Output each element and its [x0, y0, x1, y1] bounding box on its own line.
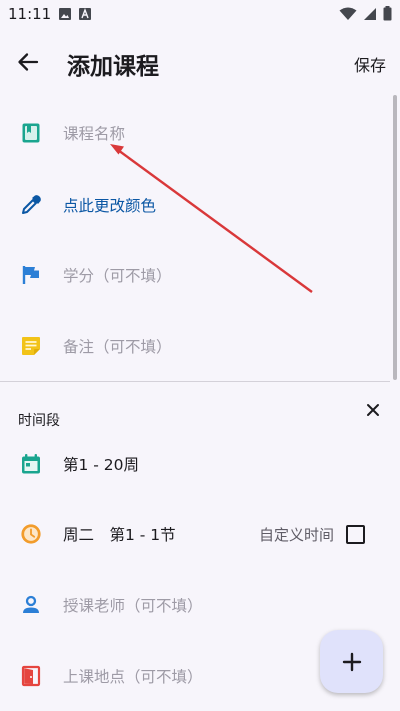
save-button[interactable]: 保存	[354, 52, 386, 76]
teacher-field[interactable]: 授课老师（可不填）	[0, 580, 390, 630]
add-time-slot-fab[interactable]	[320, 630, 383, 693]
course-name-input[interactable]: 课程名称	[63, 122, 125, 144]
plus-icon	[342, 652, 361, 671]
section-divider	[0, 381, 390, 382]
weeks-row[interactable]: 第1 - 20周	[0, 439, 390, 489]
remove-time-slot-button[interactable]	[364, 401, 382, 419]
status-notification-icons	[58, 7, 92, 21]
credit-input[interactable]: 学分（可不填）	[63, 264, 172, 286]
battery-icon	[383, 6, 392, 21]
person-icon	[20, 594, 42, 616]
flag-icon	[20, 264, 42, 286]
signal-icon	[364, 7, 376, 20]
back-button[interactable]	[16, 50, 46, 76]
scrollbar[interactable]	[393, 95, 397, 380]
note-input[interactable]: 备注（可不填）	[63, 335, 172, 357]
eyedropper-icon	[20, 194, 42, 216]
day-period-row[interactable]: 周二 第1 - 1节 自定义时间	[0, 509, 390, 559]
weeks-value[interactable]: 第1 - 20周	[63, 453, 139, 475]
course-name-field[interactable]: 课程名称	[0, 108, 390, 158]
status-time: 11:11	[8, 5, 52, 23]
text-notification-icon	[79, 8, 91, 20]
status-system-icons	[339, 6, 392, 21]
door-icon	[20, 665, 42, 687]
teacher-input[interactable]: 授课老师（可不填）	[63, 594, 203, 616]
app-bar: 添加课程 保存	[0, 30, 400, 94]
book-icon	[20, 122, 42, 144]
image-notification-icon	[59, 8, 71, 20]
clock-icon	[20, 523, 42, 545]
color-picker-row[interactable]: 点此更改颜色	[0, 180, 390, 230]
custom-time-label: 自定义时间	[259, 525, 335, 544]
day-period-value[interactable]: 周二 第1 - 1节	[63, 523, 176, 545]
close-icon	[367, 404, 379, 416]
page-title: 添加课程	[67, 54, 159, 80]
wifi-icon	[339, 7, 357, 20]
arrow-back-icon	[18, 53, 39, 71]
note-icon	[20, 335, 42, 357]
note-field[interactable]: 备注（可不填）	[0, 321, 390, 371]
credit-field[interactable]: 学分（可不填）	[0, 250, 390, 300]
status-bar: 11:11	[0, 0, 400, 30]
color-picker-label[interactable]: 点此更改颜色	[63, 194, 156, 216]
custom-time-checkbox[interactable]	[346, 524, 365, 544]
time-section-title: 时间段	[18, 413, 60, 429]
calendar-icon	[20, 453, 42, 475]
location-input[interactable]: 上课地点（可不填）	[63, 665, 203, 687]
